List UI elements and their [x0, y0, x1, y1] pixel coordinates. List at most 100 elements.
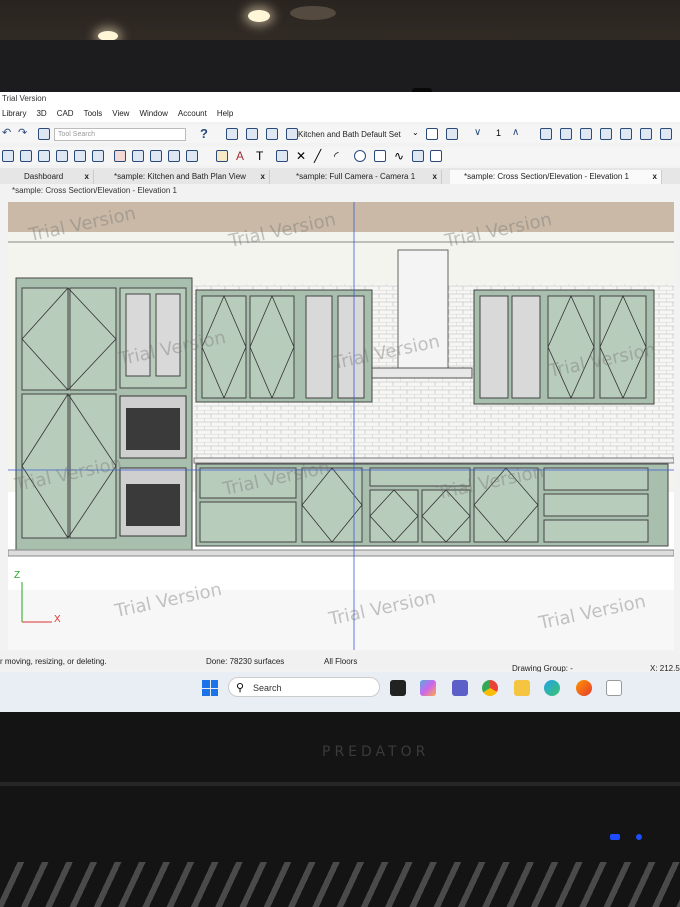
- menu-bar: Library 3D CAD Tools View Window Account…: [0, 106, 680, 122]
- close-icon[interactable]: x: [653, 170, 657, 184]
- wall-icon[interactable]: [2, 150, 14, 162]
- status-done: Done: 78230 surfaces: [206, 657, 285, 666]
- ceiling-light: [248, 10, 270, 22]
- library-icon[interactable]: [186, 150, 198, 162]
- taskbar-search[interactable]: Search: [228, 677, 380, 697]
- tool-search-icon[interactable]: [38, 128, 50, 140]
- upper-cabinets-left: [195, 289, 373, 403]
- view-icon[interactable]: [620, 128, 632, 140]
- status-floors[interactable]: All Floors: [324, 657, 357, 666]
- chevron-down-icon[interactable]: ⌄: [412, 128, 419, 137]
- oven-tower: [119, 287, 187, 537]
- window-icon[interactable]: [56, 150, 68, 162]
- upper-cabinets-right: [473, 289, 655, 405]
- firefox-icon[interactable]: [576, 680, 592, 696]
- menu-window[interactable]: Window: [139, 106, 167, 122]
- help-icon[interactable]: ?: [200, 126, 208, 141]
- view-icon[interactable]: [580, 128, 592, 140]
- tab-dashboard[interactable]: Dashboard x: [10, 170, 94, 184]
- pencil-icon[interactable]: [216, 150, 228, 162]
- view-icon[interactable]: [660, 128, 672, 140]
- task-view-icon[interactable]: [390, 680, 406, 696]
- undo-icon[interactable]: ↶: [2, 128, 14, 140]
- counter: 1: [496, 128, 502, 138]
- stair-icon[interactable]: [38, 150, 50, 162]
- document-tabs: Dashboard x *sample: Kitchen and Bath Pla…: [0, 168, 680, 184]
- screen: Trial Version Library 3D CAD Tools View …: [0, 92, 680, 712]
- floor-line: [8, 549, 674, 557]
- plan-icon[interactable]: [246, 128, 258, 140]
- text-style-icon[interactable]: A: [236, 150, 248, 162]
- close-icon[interactable]: x: [433, 170, 437, 184]
- window-title: Trial Version: [0, 92, 680, 106]
- house-icon[interactable]: [640, 128, 652, 140]
- menu-view[interactable]: View: [112, 106, 129, 122]
- file-explorer-icon[interactable]: [514, 680, 530, 696]
- view-subtitle: *sample: Cross Section/Elevation - Eleva…: [12, 186, 177, 195]
- grid-area: [8, 590, 674, 650]
- tab-label: *sample: Kitchen and Bath Plan View: [114, 172, 246, 181]
- menu-tools[interactable]: Tools: [84, 106, 103, 122]
- chrome-icon[interactable]: [482, 680, 498, 696]
- keyboard-grille: [0, 862, 680, 907]
- edge-icon[interactable]: [544, 680, 560, 696]
- tab-label: Dashboard: [24, 172, 64, 181]
- circle-icon[interactable]: [354, 150, 366, 162]
- close-icon[interactable]: x: [261, 170, 265, 184]
- set-icon[interactable]: [286, 128, 298, 140]
- chevron-down-icon[interactable]: ∨: [474, 127, 481, 138]
- menu-help[interactable]: Help: [217, 106, 233, 122]
- text-icon[interactable]: T: [256, 150, 268, 162]
- countertop: [193, 457, 674, 464]
- floor-icon[interactable]: [168, 150, 180, 162]
- terrain-icon[interactable]: [132, 150, 144, 162]
- menu-cad[interactable]: CAD: [57, 106, 74, 122]
- tab-label: *sample: Full Camera - Camera 1: [296, 172, 416, 181]
- teams-icon[interactable]: [452, 680, 468, 696]
- close-icon[interactable]: x: [85, 170, 89, 184]
- arc-icon[interactable]: ◜: [334, 150, 346, 162]
- toolbar-draw: A T ✕ ╱ ◜ ∿: [0, 147, 680, 165]
- house-icon[interactable]: [114, 150, 126, 162]
- status-bar: r moving, resizing, or deleting. Done: 7…: [0, 652, 680, 673]
- cad-block-icon[interactable]: [430, 150, 442, 162]
- tab-elevation[interactable]: *sample: Cross Section/Elevation - Eleva…: [450, 170, 662, 184]
- tool-icon[interactable]: [446, 128, 458, 140]
- cabinet-icon[interactable]: [20, 150, 32, 162]
- chevron-up-icon[interactable]: ∧: [512, 127, 519, 138]
- door-icon[interactable]: [92, 150, 104, 162]
- plan-icon[interactable]: [226, 128, 238, 140]
- status-led: [610, 834, 620, 840]
- redo-icon[interactable]: ↷: [18, 128, 30, 140]
- plan-icon[interactable]: [266, 128, 278, 140]
- house-icon[interactable]: [540, 128, 552, 140]
- fill-icon[interactable]: [412, 150, 424, 162]
- chief-architect-icon[interactable]: [606, 680, 622, 696]
- line-icon[interactable]: ╱: [314, 150, 326, 162]
- axis-z-label: Z: [14, 570, 21, 581]
- menu-3d[interactable]: 3D: [36, 106, 46, 122]
- ceiling-fixture: [290, 6, 336, 20]
- windows-taskbar: Search ⚲: [0, 672, 680, 712]
- tab-plan-view[interactable]: *sample: Kitchen and Bath Plan View x: [100, 170, 270, 184]
- room-icon[interactable]: [150, 150, 162, 162]
- checkbox-icon[interactable]: [426, 128, 438, 140]
- status-led: [636, 834, 642, 840]
- tab-full-camera[interactable]: *sample: Full Camera - Camera 1 x: [282, 170, 442, 184]
- tool-search-input[interactable]: Tool Search: [54, 128, 186, 141]
- search-icon: ⚲: [236, 682, 245, 694]
- menu-account[interactable]: Account: [178, 106, 207, 122]
- callout-icon[interactable]: [276, 150, 288, 162]
- copilot-icon[interactable]: [420, 680, 436, 696]
- spline-icon[interactable]: ∿: [394, 150, 406, 162]
- status-hint: r moving, resizing, or deleting.: [0, 657, 107, 666]
- menu-library[interactable]: Library: [2, 106, 26, 122]
- delete-x-icon[interactable]: ✕: [296, 150, 308, 162]
- rectangle-icon[interactable]: [374, 150, 386, 162]
- view-icon[interactable]: [600, 128, 612, 140]
- camera-icon[interactable]: [560, 128, 572, 140]
- axis-x-label: X: [54, 614, 61, 625]
- roof-icon[interactable]: [74, 150, 86, 162]
- drawing-canvas[interactable]: X Z Trial Version Trial Version Trial Ve…: [8, 202, 674, 650]
- windows-start-icon[interactable]: [202, 680, 218, 696]
